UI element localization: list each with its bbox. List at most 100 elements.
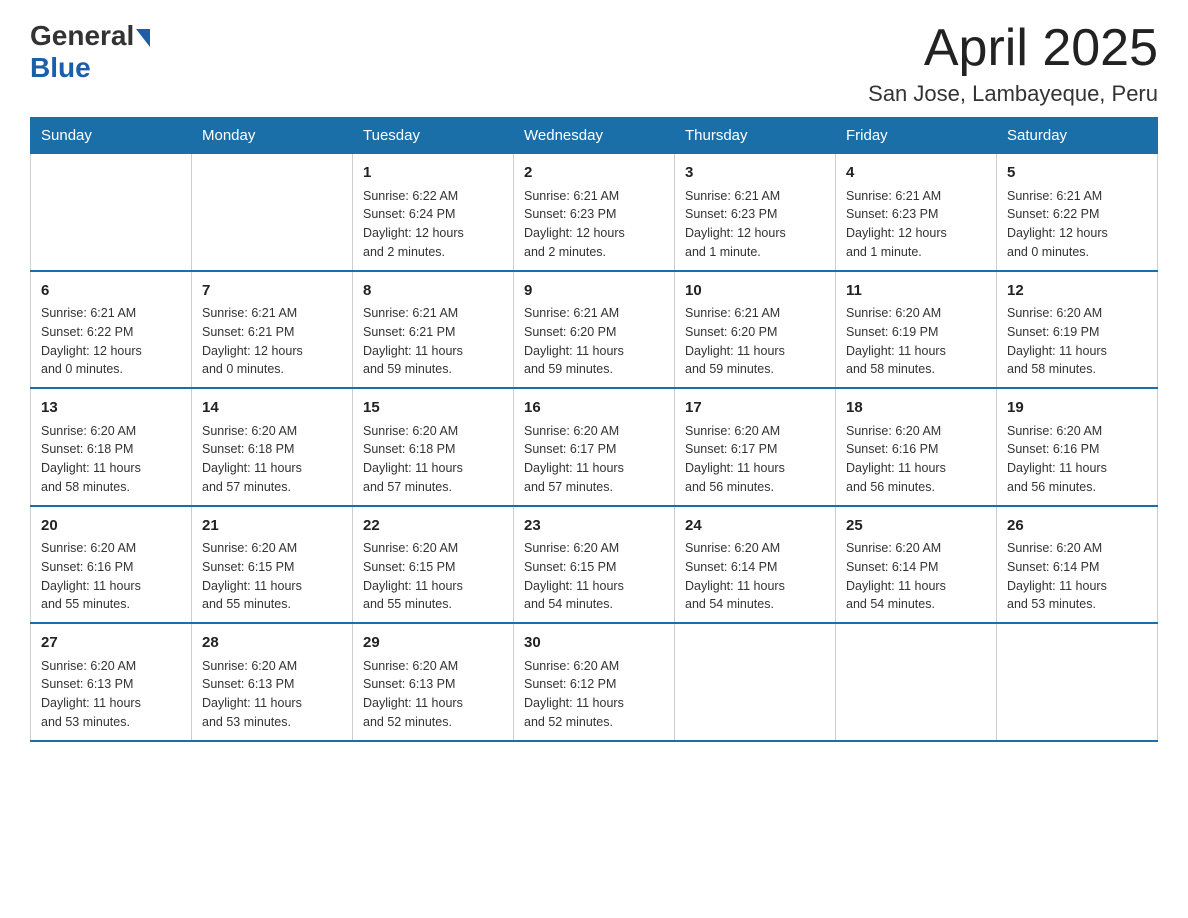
day-number: 21 [202, 515, 342, 538]
calendar-week-row: 1Sunrise: 6:22 AM Sunset: 6:24 PM Daylig… [31, 153, 1158, 271]
day-number: 13 [41, 397, 181, 420]
month-year-title: April 2025 [868, 20, 1158, 77]
calendar-cell: 17Sunrise: 6:20 AM Sunset: 6:17 PM Dayli… [675, 388, 836, 506]
day-number: 9 [524, 280, 664, 303]
day-info: Sunrise: 6:20 AM Sunset: 6:12 PM Dayligh… [524, 657, 664, 732]
calendar-cell: 3Sunrise: 6:21 AM Sunset: 6:23 PM Daylig… [675, 153, 836, 271]
day-info: Sunrise: 6:20 AM Sunset: 6:18 PM Dayligh… [363, 422, 503, 497]
day-number: 28 [202, 632, 342, 655]
day-number: 20 [41, 515, 181, 538]
calendar-cell: 12Sunrise: 6:20 AM Sunset: 6:19 PM Dayli… [997, 271, 1158, 389]
calendar-week-row: 6Sunrise: 6:21 AM Sunset: 6:22 PM Daylig… [31, 271, 1158, 389]
day-info: Sunrise: 6:20 AM Sunset: 6:16 PM Dayligh… [1007, 422, 1147, 497]
calendar-cell: 13Sunrise: 6:20 AM Sunset: 6:18 PM Dayli… [31, 388, 192, 506]
calendar-cell: 10Sunrise: 6:21 AM Sunset: 6:20 PM Dayli… [675, 271, 836, 389]
day-number: 16 [524, 397, 664, 420]
calendar-cell: 5Sunrise: 6:21 AM Sunset: 6:22 PM Daylig… [997, 153, 1158, 271]
day-info: Sunrise: 6:20 AM Sunset: 6:14 PM Dayligh… [685, 539, 825, 614]
day-info: Sunrise: 6:21 AM Sunset: 6:22 PM Dayligh… [41, 304, 181, 379]
calendar-table: SundayMondayTuesdayWednesdayThursdayFrid… [30, 117, 1158, 742]
day-info: Sunrise: 6:20 AM Sunset: 6:18 PM Dayligh… [202, 422, 342, 497]
calendar-cell: 11Sunrise: 6:20 AM Sunset: 6:19 PM Dayli… [836, 271, 997, 389]
day-info: Sunrise: 6:21 AM Sunset: 6:23 PM Dayligh… [846, 187, 986, 262]
day-info: Sunrise: 6:21 AM Sunset: 6:23 PM Dayligh… [524, 187, 664, 262]
day-number: 25 [846, 515, 986, 538]
day-info: Sunrise: 6:20 AM Sunset: 6:15 PM Dayligh… [202, 539, 342, 614]
day-number: 22 [363, 515, 503, 538]
day-number: 30 [524, 632, 664, 655]
calendar-cell: 26Sunrise: 6:20 AM Sunset: 6:14 PM Dayli… [997, 506, 1158, 624]
weekday-header-friday: Friday [836, 118, 997, 153]
day-info: Sunrise: 6:21 AM Sunset: 6:21 PM Dayligh… [202, 304, 342, 379]
weekday-header-wednesday: Wednesday [514, 118, 675, 153]
day-number: 10 [685, 280, 825, 303]
calendar-cell: 4Sunrise: 6:21 AM Sunset: 6:23 PM Daylig… [836, 153, 997, 271]
day-number: 18 [846, 397, 986, 420]
day-info: Sunrise: 6:20 AM Sunset: 6:19 PM Dayligh… [846, 304, 986, 379]
day-info: Sunrise: 6:20 AM Sunset: 6:17 PM Dayligh… [524, 422, 664, 497]
calendar-cell: 14Sunrise: 6:20 AM Sunset: 6:18 PM Dayli… [192, 388, 353, 506]
day-number: 5 [1007, 162, 1147, 185]
day-info: Sunrise: 6:21 AM Sunset: 6:21 PM Dayligh… [363, 304, 503, 379]
day-number: 2 [524, 162, 664, 185]
logo-general-text: General [30, 20, 134, 52]
calendar-cell: 25Sunrise: 6:20 AM Sunset: 6:14 PM Dayli… [836, 506, 997, 624]
day-info: Sunrise: 6:20 AM Sunset: 6:14 PM Dayligh… [1007, 539, 1147, 614]
calendar-week-row: 13Sunrise: 6:20 AM Sunset: 6:18 PM Dayli… [31, 388, 1158, 506]
day-number: 27 [41, 632, 181, 655]
day-info: Sunrise: 6:22 AM Sunset: 6:24 PM Dayligh… [363, 187, 503, 262]
day-number: 8 [363, 280, 503, 303]
calendar-cell: 30Sunrise: 6:20 AM Sunset: 6:12 PM Dayli… [514, 623, 675, 741]
day-number: 12 [1007, 280, 1147, 303]
day-info: Sunrise: 6:20 AM Sunset: 6:13 PM Dayligh… [41, 657, 181, 732]
day-number: 1 [363, 162, 503, 185]
calendar-cell: 15Sunrise: 6:20 AM Sunset: 6:18 PM Dayli… [353, 388, 514, 506]
calendar-cell: 28Sunrise: 6:20 AM Sunset: 6:13 PM Dayli… [192, 623, 353, 741]
day-info: Sunrise: 6:21 AM Sunset: 6:20 PM Dayligh… [524, 304, 664, 379]
calendar-cell [31, 153, 192, 271]
calendar-cell: 18Sunrise: 6:20 AM Sunset: 6:16 PM Dayli… [836, 388, 997, 506]
day-info: Sunrise: 6:20 AM Sunset: 6:19 PM Dayligh… [1007, 304, 1147, 379]
logo: General Blue [30, 20, 150, 84]
day-info: Sunrise: 6:20 AM Sunset: 6:16 PM Dayligh… [846, 422, 986, 497]
day-info: Sunrise: 6:20 AM Sunset: 6:13 PM Dayligh… [363, 657, 503, 732]
calendar-cell [192, 153, 353, 271]
calendar-cell: 6Sunrise: 6:21 AM Sunset: 6:22 PM Daylig… [31, 271, 192, 389]
day-info: Sunrise: 6:20 AM Sunset: 6:17 PM Dayligh… [685, 422, 825, 497]
day-number: 14 [202, 397, 342, 420]
day-info: Sunrise: 6:21 AM Sunset: 6:20 PM Dayligh… [685, 304, 825, 379]
calendar-week-row: 20Sunrise: 6:20 AM Sunset: 6:16 PM Dayli… [31, 506, 1158, 624]
calendar-cell [997, 623, 1158, 741]
calendar-cell: 1Sunrise: 6:22 AM Sunset: 6:24 PM Daylig… [353, 153, 514, 271]
calendar-cell: 8Sunrise: 6:21 AM Sunset: 6:21 PM Daylig… [353, 271, 514, 389]
day-info: Sunrise: 6:20 AM Sunset: 6:14 PM Dayligh… [846, 539, 986, 614]
day-number: 19 [1007, 397, 1147, 420]
weekday-header-tuesday: Tuesday [353, 118, 514, 153]
day-number: 6 [41, 280, 181, 303]
logo-arrow-icon [136, 29, 150, 47]
day-number: 24 [685, 515, 825, 538]
day-number: 29 [363, 632, 503, 655]
calendar-cell [836, 623, 997, 741]
day-number: 3 [685, 162, 825, 185]
logo-blue-text: Blue [30, 52, 91, 83]
day-number: 7 [202, 280, 342, 303]
calendar-cell: 9Sunrise: 6:21 AM Sunset: 6:20 PM Daylig… [514, 271, 675, 389]
day-number: 23 [524, 515, 664, 538]
day-number: 17 [685, 397, 825, 420]
day-info: Sunrise: 6:21 AM Sunset: 6:23 PM Dayligh… [685, 187, 825, 262]
weekday-header-sunday: Sunday [31, 118, 192, 153]
weekday-header-saturday: Saturday [997, 118, 1158, 153]
day-info: Sunrise: 6:20 AM Sunset: 6:15 PM Dayligh… [363, 539, 503, 614]
weekday-header-monday: Monday [192, 118, 353, 153]
day-info: Sunrise: 6:20 AM Sunset: 6:13 PM Dayligh… [202, 657, 342, 732]
calendar-cell [675, 623, 836, 741]
calendar-cell: 21Sunrise: 6:20 AM Sunset: 6:15 PM Dayli… [192, 506, 353, 624]
location-subtitle: San Jose, Lambayeque, Peru [868, 81, 1158, 107]
weekday-header-row: SundayMondayTuesdayWednesdayThursdayFrid… [31, 118, 1158, 153]
calendar-cell: 23Sunrise: 6:20 AM Sunset: 6:15 PM Dayli… [514, 506, 675, 624]
day-info: Sunrise: 6:20 AM Sunset: 6:18 PM Dayligh… [41, 422, 181, 497]
day-number: 15 [363, 397, 503, 420]
day-info: Sunrise: 6:20 AM Sunset: 6:15 PM Dayligh… [524, 539, 664, 614]
calendar-week-row: 27Sunrise: 6:20 AM Sunset: 6:13 PM Dayli… [31, 623, 1158, 741]
